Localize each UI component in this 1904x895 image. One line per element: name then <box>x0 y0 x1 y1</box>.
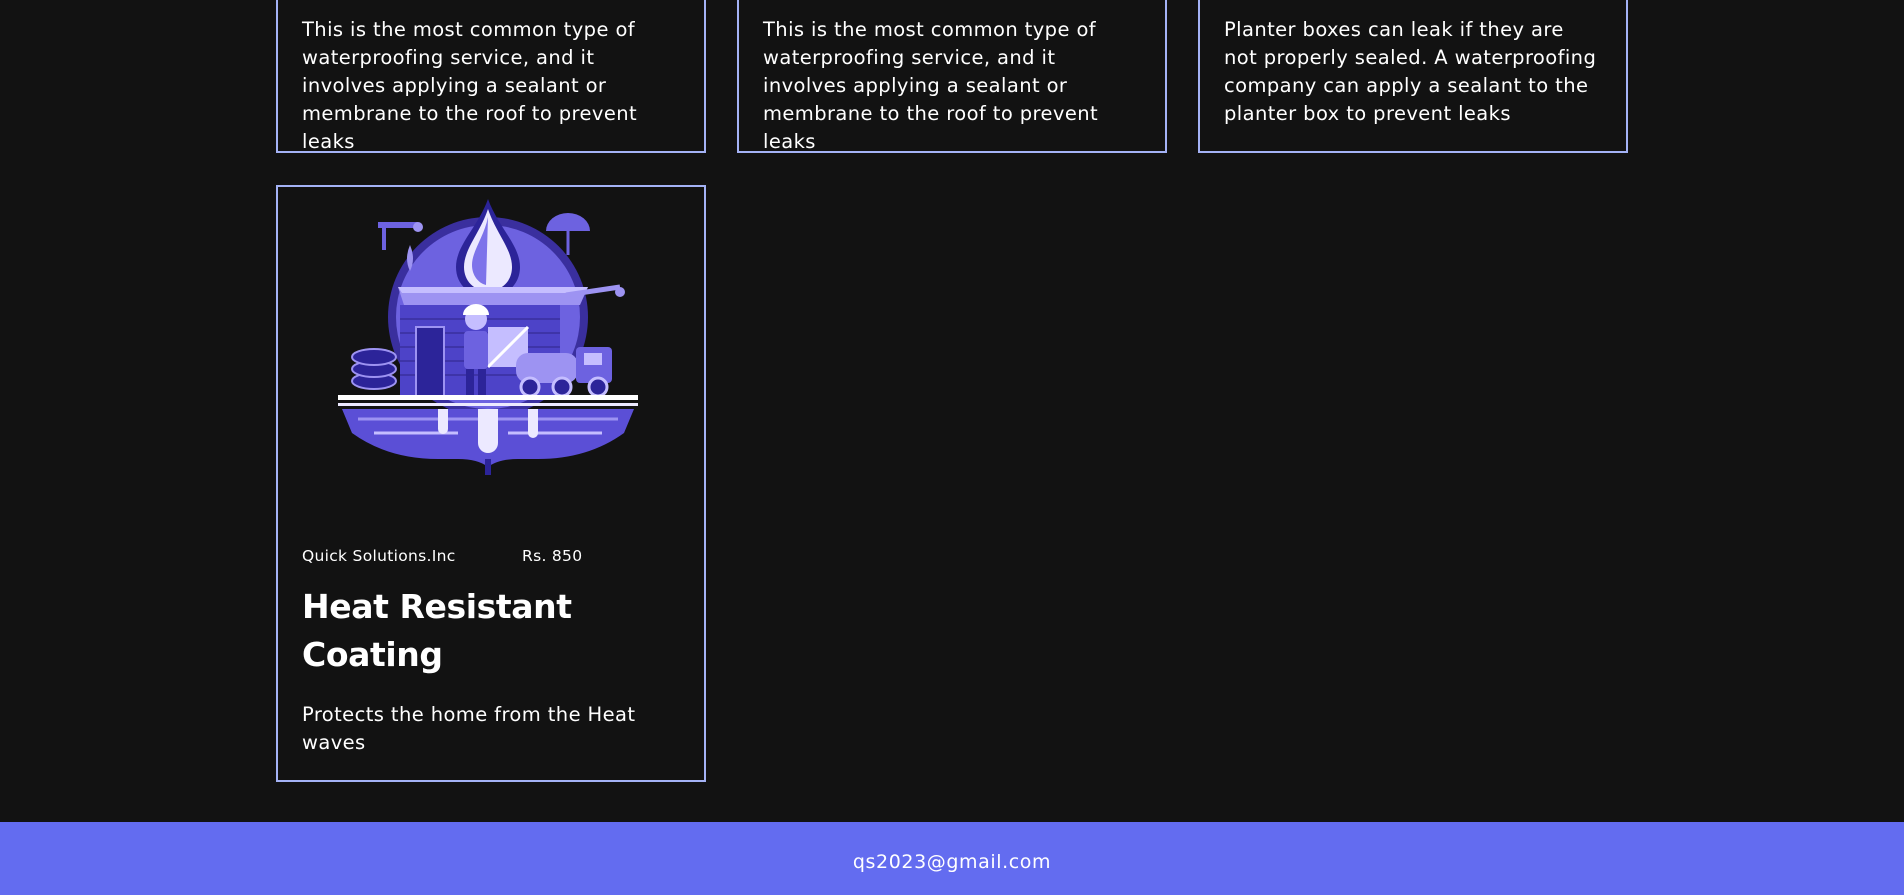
service-title: Heat Resistant Coating <box>302 587 572 674</box>
service-card[interactable]: This is the most common type of waterpro… <box>737 0 1167 153</box>
footer: qs2023@gmail.com <box>0 822 1904 895</box>
service-description: This is the most common type of waterpro… <box>763 18 1099 153</box>
service-description: This is the most common type of waterpro… <box>302 18 638 153</box>
service-description: Protects the home from the Heat waves <box>302 703 636 754</box>
waterproofing-illustration-image <box>338 199 638 475</box>
company-name: Quick Solutions.Inc <box>302 547 456 565</box>
service-card[interactable]: Planter boxes can leak if they are not p… <box>1198 0 1628 153</box>
service-card[interactable]: Quick Solutions.Inc Rs. 850 Heat Resista… <box>276 185 706 782</box>
footer-email-link[interactable]: qs2023@gmail.com <box>853 851 1051 873</box>
service-description: Planter boxes can leak if they are not p… <box>1224 18 1597 125</box>
services-page: This is the most common type of waterpro… <box>0 0 1904 895</box>
service-card[interactable]: This is the most common type of waterpro… <box>276 0 706 153</box>
service-price: Rs. 850 <box>522 547 583 565</box>
